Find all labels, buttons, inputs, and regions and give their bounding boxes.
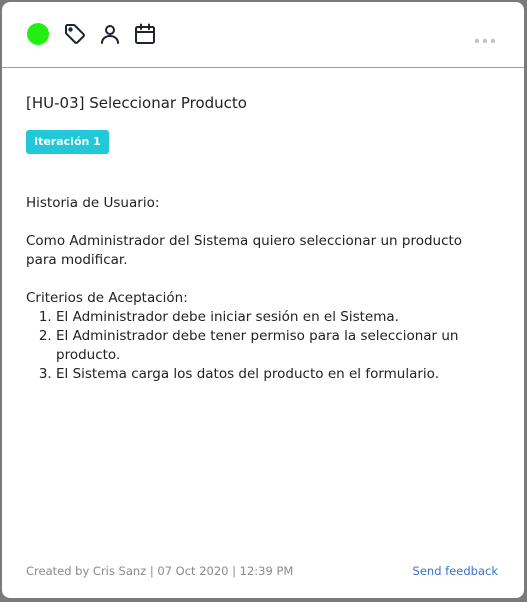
send-feedback-link[interactable]: Send feedback xyxy=(413,564,498,578)
work-item-card: [HU-03] Seleccionar Producto Iteración 1… xyxy=(2,2,524,598)
card-title[interactable]: [HU-03] Seleccionar Producto xyxy=(26,94,247,112)
description-heading: Historia de Usuario: xyxy=(26,195,160,211)
acceptance-criteria-list: El Administrador debe iniciar sesión en … xyxy=(26,308,496,384)
criteria-item: El Sistema carga los datos del producto … xyxy=(56,365,496,384)
user-icon[interactable] xyxy=(98,22,122,46)
card-description[interactable]: Historia de Usuario: Como Administrador … xyxy=(26,194,496,384)
tag-icon[interactable] xyxy=(63,22,87,46)
criteria-heading: Criterios de Aceptación: xyxy=(26,290,188,306)
card-toolbar xyxy=(2,2,524,68)
calendar-icon[interactable] xyxy=(133,22,157,46)
created-by-info: Created by Cris Sanz | 07 Oct 2020 | 12:… xyxy=(26,564,294,578)
iteration-badge[interactable]: Iteración 1 xyxy=(26,130,109,154)
criteria-item: El Administrador debe tener permiso para… xyxy=(56,327,496,365)
status-indicator[interactable] xyxy=(27,23,49,45)
more-icon[interactable] xyxy=(474,30,496,44)
criteria-item: El Administrador debe iniciar sesión en … xyxy=(56,308,496,327)
user-story-text: Como Administrador del Sistema quiero se… xyxy=(26,233,463,268)
